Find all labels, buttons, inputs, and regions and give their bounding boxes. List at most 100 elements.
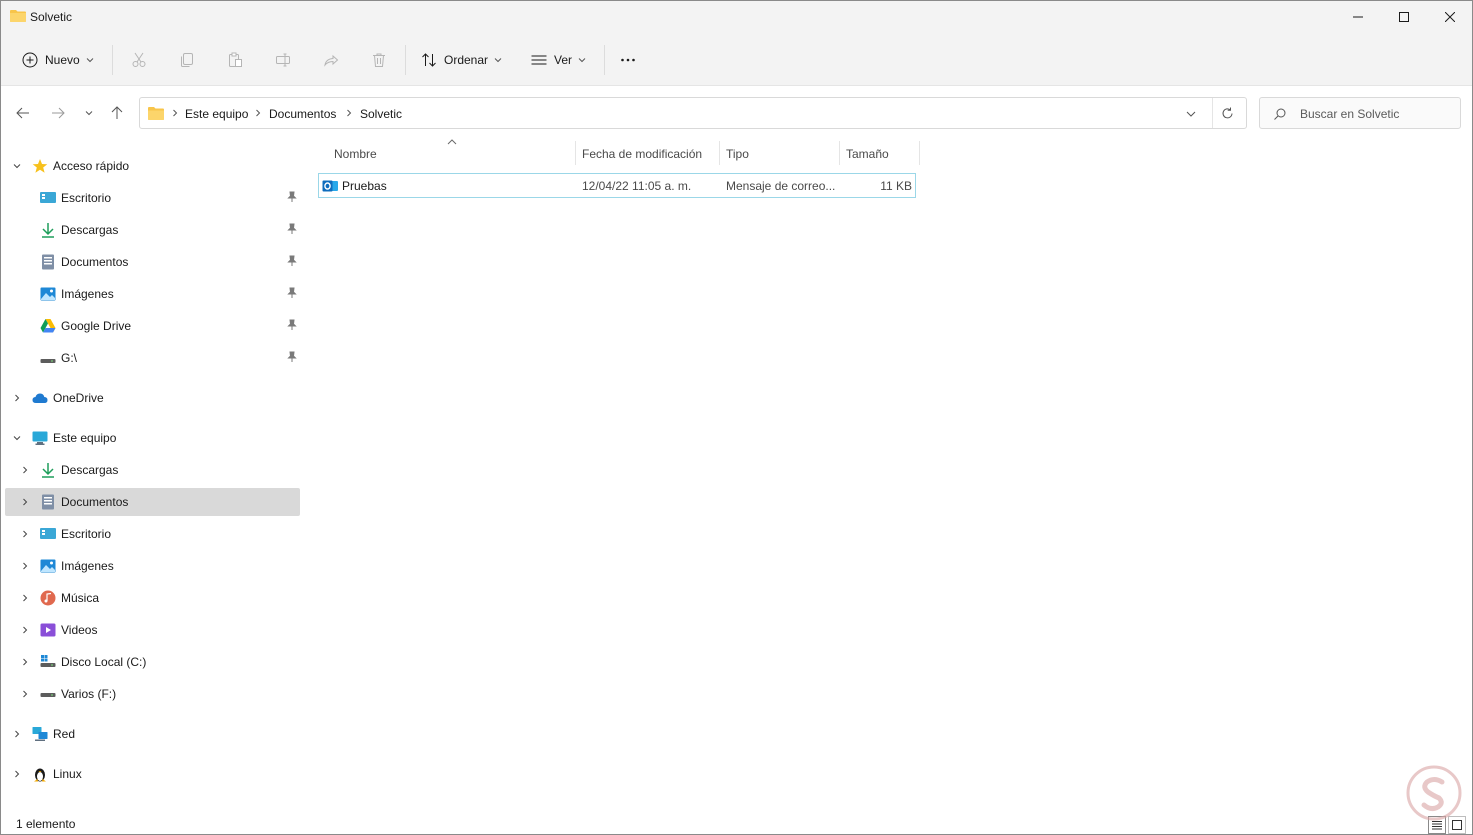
title-bar: Solvetic xyxy=(1,1,1472,33)
search-box[interactable]: Buscar en Solvetic xyxy=(1259,97,1461,129)
column-size-label: Tamaño xyxy=(846,147,889,161)
download-icon xyxy=(42,223,54,238)
nav-pc-local-disk-c[interactable]: Disco Local (C:) xyxy=(5,648,300,676)
separator xyxy=(604,45,605,75)
nav-label: G:\ xyxy=(61,351,78,365)
nav-pc-pictures[interactable]: Imágenes xyxy=(5,552,300,580)
pin-icon[interactable] xyxy=(286,287,298,299)
file-row[interactable]: Pruebas 12/04/22 11:05 a. m. Mensaje de … xyxy=(318,173,916,198)
view-label: Ver xyxy=(554,53,573,67)
breadcrumb-this-pc[interactable]: Este equipo xyxy=(185,107,248,121)
nav-quick-documents[interactable]: Documentos xyxy=(5,248,300,276)
nav-this-pc[interactable]: Este equipo xyxy=(5,424,300,452)
download-icon xyxy=(42,463,54,478)
nav-pc-desktop[interactable]: Escritorio xyxy=(5,520,300,548)
sort-button[interactable]: Ordenar xyxy=(421,46,502,74)
more-options-button[interactable] xyxy=(616,48,640,72)
nav-onedrive[interactable]: OneDrive xyxy=(5,384,300,412)
file-name: Pruebas xyxy=(342,179,387,193)
chevron-down-icon xyxy=(578,58,586,63)
chevron-right-icon xyxy=(23,626,28,634)
chevron-down-icon xyxy=(86,58,94,63)
chevron-down-icon[interactable] xyxy=(1186,110,1196,118)
delete-button[interactable] xyxy=(367,48,391,72)
recent-locations-button[interactable] xyxy=(77,101,101,125)
nav-pc-videos[interactable]: Videos xyxy=(5,616,300,644)
nav-network[interactable]: Red xyxy=(5,720,300,748)
pin-icon[interactable] xyxy=(286,319,298,331)
drive-icon xyxy=(40,693,56,697)
column-header-date[interactable]: Fecha de modificación xyxy=(576,141,719,167)
pin-icon[interactable] xyxy=(286,223,298,235)
column-header-size[interactable]: Tamaño xyxy=(840,141,919,167)
column-header-name[interactable]: Nombre xyxy=(328,141,576,167)
share-icon xyxy=(324,54,339,67)
list-view-icon xyxy=(531,55,547,65)
chevron-right-icon xyxy=(23,530,28,538)
search-icon xyxy=(1274,108,1286,120)
share-button[interactable] xyxy=(319,48,343,72)
nav-label: Videos xyxy=(61,623,98,637)
maximize-icon xyxy=(1399,12,1409,22)
chevron-down-icon xyxy=(13,164,21,169)
pin-icon[interactable] xyxy=(286,255,298,267)
forward-button[interactable] xyxy=(46,101,70,125)
column-header-type[interactable]: Tipo xyxy=(720,141,839,167)
file-size: 11 KB xyxy=(880,179,912,193)
nav-quick-desktop[interactable]: Escritorio xyxy=(5,184,300,212)
file-explorer-window: Solvetic Nuevo Ordenar Ver Este equipo D… xyxy=(0,0,1473,835)
cut-button[interactable] xyxy=(127,48,151,72)
new-button[interactable]: Nuevo xyxy=(22,46,94,74)
drive-icon xyxy=(40,359,56,363)
nav-pc-drive-f[interactable]: Varios (F:) xyxy=(5,680,300,708)
view-button[interactable]: Ver xyxy=(531,46,586,74)
pin-icon[interactable] xyxy=(286,351,298,363)
chevron-down-icon xyxy=(494,58,502,63)
nav-label: Descargas xyxy=(61,223,119,237)
status-item-count: 1 elemento xyxy=(16,817,76,831)
chevron-right-icon xyxy=(256,109,261,117)
nav-pc-documents[interactable]: Documentos xyxy=(5,488,300,516)
copy-button[interactable] xyxy=(175,48,199,72)
refresh-icon[interactable] xyxy=(1221,107,1234,120)
address-bar[interactable]: Este equipo Documentos Solvetic xyxy=(139,97,1247,129)
system-drive-icon xyxy=(40,655,56,667)
breadcrumb-documents[interactable]: Documentos xyxy=(269,107,336,121)
nav-quick-pictures[interactable]: Imágenes xyxy=(5,280,300,308)
video-icon xyxy=(40,623,56,637)
back-button[interactable] xyxy=(11,101,35,125)
nav-quick-drive-g[interactable]: G:\ xyxy=(5,344,300,372)
paste-button[interactable] xyxy=(223,48,247,72)
pin-icon[interactable] xyxy=(286,191,298,203)
computer-icon xyxy=(32,431,48,445)
chevron-down-icon xyxy=(13,436,21,441)
nav-pc-music[interactable]: Música xyxy=(5,584,300,612)
nav-linux[interactable]: Linux xyxy=(5,760,300,788)
desktop-icon xyxy=(40,192,56,203)
nav-quick-downloads[interactable]: Descargas xyxy=(5,216,300,244)
outlook-message-icon xyxy=(322,180,338,192)
nav-quick-access[interactable]: Acceso rápido xyxy=(5,152,300,180)
maximize-button[interactable] xyxy=(1381,1,1427,33)
column-divider[interactable] xyxy=(919,141,920,165)
pictures-icon xyxy=(40,559,56,573)
google-drive-icon xyxy=(40,319,56,333)
chevron-right-icon xyxy=(347,109,352,117)
close-button[interactable] xyxy=(1427,1,1473,33)
navigation-pane: Acceso rápido Escritorio Descargas Docum… xyxy=(1,141,305,811)
nav-label: Linux xyxy=(53,767,82,781)
column-date-label: Fecha de modificación xyxy=(582,147,703,161)
rename-button[interactable] xyxy=(271,48,295,72)
nav-quick-google-drive[interactable]: Google Drive xyxy=(5,312,300,340)
arrow-up-icon xyxy=(111,106,123,119)
more-icon xyxy=(621,58,635,62)
minimize-button[interactable] xyxy=(1335,1,1381,33)
separator xyxy=(112,45,113,75)
nav-label: Escritorio xyxy=(61,191,112,205)
chevron-right-icon xyxy=(23,562,28,570)
chevron-right-icon xyxy=(23,466,28,474)
linux-penguin-icon xyxy=(34,768,46,782)
breadcrumb-solvetic[interactable]: Solvetic xyxy=(360,107,402,121)
nav-pc-downloads[interactable]: Descargas xyxy=(5,456,300,484)
up-button[interactable] xyxy=(105,101,129,125)
